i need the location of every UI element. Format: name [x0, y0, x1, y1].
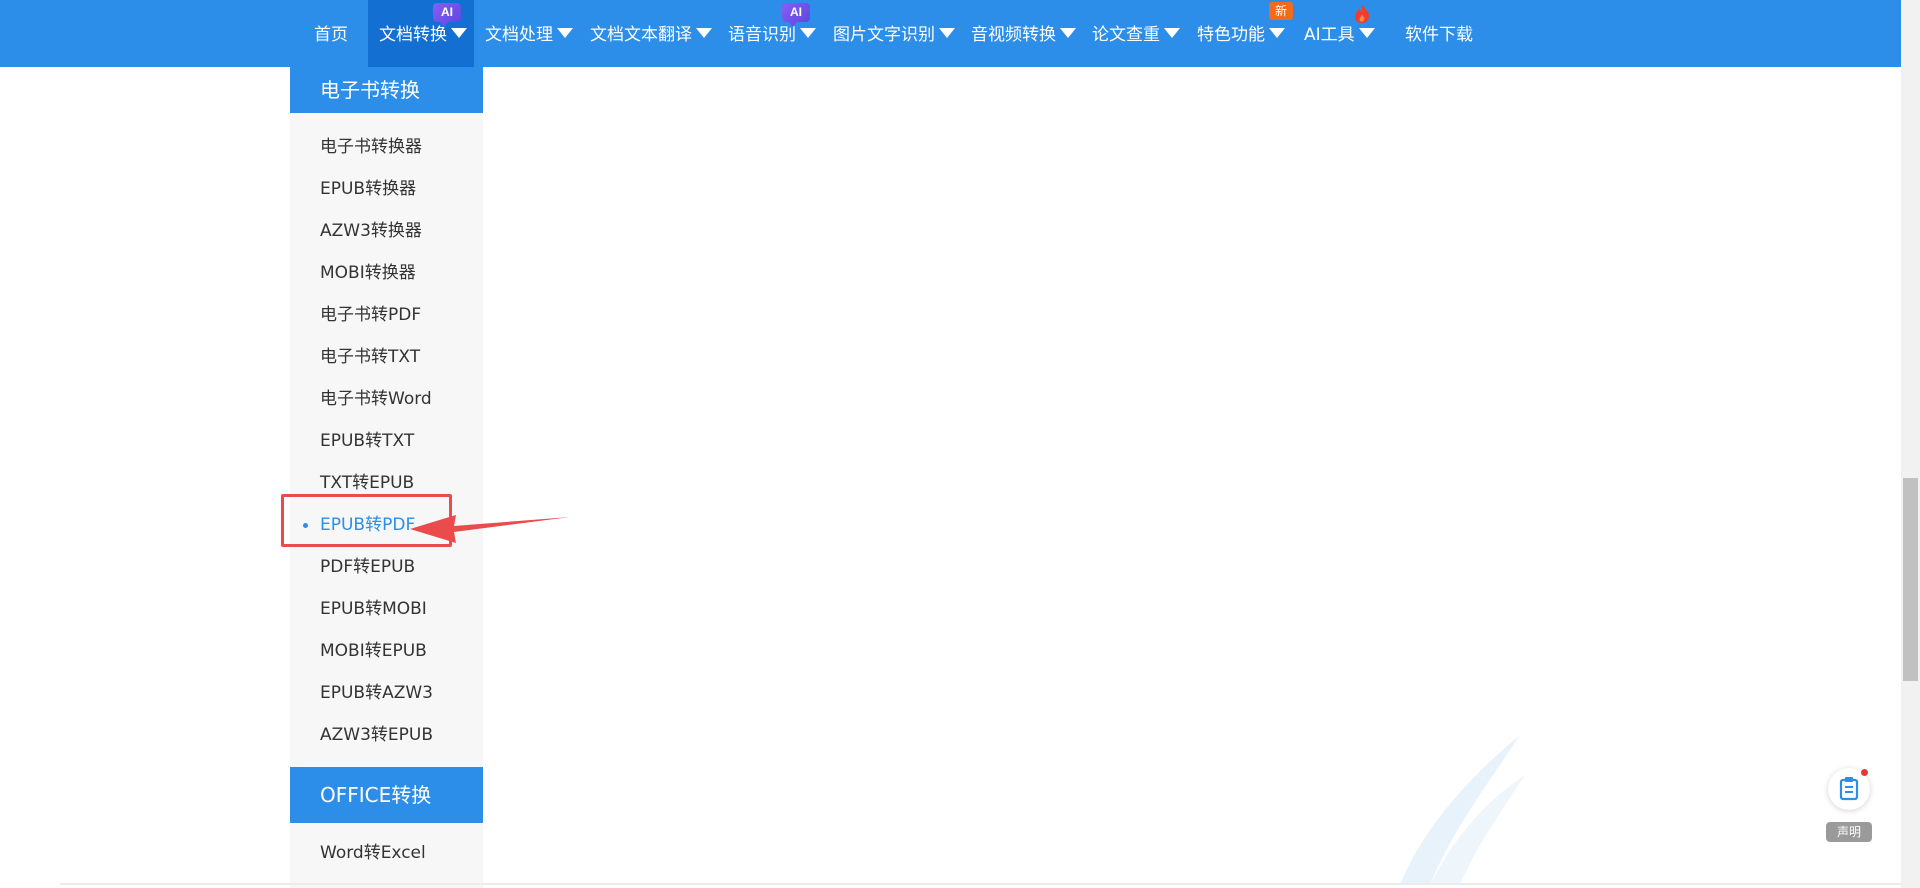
- nav-home[interactable]: 首页: [314, 0, 348, 67]
- chevron-down-icon: [1164, 28, 1180, 38]
- divider: [60, 883, 1901, 885]
- notification-dot: [1861, 769, 1868, 776]
- vertical-scrollbar[interactable]: [1901, 0, 1920, 888]
- sidebar-item-mobi-converter[interactable]: MOBI转换器: [320, 262, 416, 284]
- nav-label: 音视频转换: [971, 25, 1056, 45]
- nav-doc-convert[interactable]: 文档转换 AI: [368, 0, 474, 67]
- chevron-down-icon: [800, 28, 816, 38]
- sidebar: 电子书转换 电子书转换器 EPUB转换器 AZW3转换器 MOBI转换器 电子书…: [290, 67, 483, 888]
- nav-image-ocr[interactable]: 图片文字识别: [833, 0, 955, 67]
- statement-label[interactable]: 声明: [1826, 822, 1872, 842]
- chevron-down-icon: [1060, 28, 1076, 38]
- nav-label: 图片文字识别: [833, 25, 935, 45]
- nav-label: AI工具: [1304, 25, 1355, 45]
- nav-label: 文档转换: [379, 25, 447, 45]
- sidebar-item-ebook-to-txt[interactable]: 电子书转TXT: [320, 346, 420, 368]
- nav-doc-translate[interactable]: 文档文本翻译: [590, 0, 712, 67]
- fire-icon: [1355, 5, 1370, 23]
- annotation-arrow-icon: [410, 515, 570, 543]
- nav-special-features[interactable]: 特色功能 新: [1197, 0, 1293, 67]
- nav-label: 软件下载: [1405, 25, 1473, 45]
- chevron-down-icon: [451, 28, 467, 38]
- sidebar-item-ebook-to-pdf[interactable]: 电子书转PDF: [320, 304, 421, 326]
- sidebar-section-title: OFFICE转换: [290, 767, 483, 823]
- nav-label: 论文查重: [1092, 25, 1160, 45]
- chevron-down-icon: [1269, 28, 1285, 38]
- nav-label: 首页: [314, 25, 348, 45]
- ai-badge: AI: [433, 3, 461, 27]
- sidebar-section-title: 电子书转换: [290, 67, 483, 113]
- sidebar-item-ebook-to-word[interactable]: 电子书转Word: [320, 388, 432, 410]
- nav-label: 语音识别: [728, 25, 796, 45]
- nav-ai-tools[interactable]: AI工具: [1304, 0, 1375, 67]
- sidebar-item-pdf-to-epub[interactable]: PDF转EPUB: [320, 556, 415, 578]
- statement-button[interactable]: [1828, 768, 1870, 810]
- nav-plagiarism-check[interactable]: 论文查重: [1092, 0, 1180, 67]
- sidebar-item-azw3-to-epub[interactable]: AZW3转EPUB: [320, 724, 433, 746]
- top-navigation: 首页 文档转换 AI 文档处理 文档文本翻译 语音识别 AI 图片文字识别 音视…: [0, 0, 1901, 67]
- nav-doc-process[interactable]: 文档处理: [485, 0, 573, 67]
- chevron-down-icon: [557, 28, 573, 38]
- nav-label: 文档文本翻译: [590, 25, 692, 45]
- watermark-logo-icon: [1400, 735, 1525, 885]
- sidebar-item-txt-to-epub[interactable]: TXT转EPUB: [320, 472, 414, 494]
- nav-label: 文档处理: [485, 25, 553, 45]
- sidebar-item-mobi-to-epub[interactable]: MOBI转EPUB: [320, 640, 427, 662]
- nav-speech-recognition[interactable]: 语音识别 AI: [728, 0, 816, 67]
- sidebar-item-epub-converter[interactable]: EPUB转换器: [320, 178, 416, 200]
- sidebar-item-ebook-converter[interactable]: 电子书转换器: [320, 136, 422, 158]
- sidebar-item-epub-to-azw3[interactable]: EPUB转AZW3: [320, 682, 433, 704]
- chevron-down-icon: [1358, 28, 1375, 38]
- sidebar-item-word-to-excel[interactable]: Word转Excel: [320, 842, 426, 864]
- scrollbar-thumb[interactable]: [1903, 478, 1918, 681]
- sidebar-item-azw3-converter[interactable]: AZW3转换器: [320, 220, 422, 242]
- chevron-down-icon: [696, 28, 712, 38]
- chevron-down-icon: [939, 28, 955, 38]
- new-badge: 新: [1269, 2, 1293, 20]
- nav-label: 特色功能: [1197, 25, 1265, 45]
- nav-av-convert[interactable]: 音视频转换: [971, 0, 1076, 67]
- sidebar-item-epub-to-txt[interactable]: EPUB转TXT: [320, 430, 414, 452]
- nav-software-download[interactable]: 软件下载: [1405, 0, 1473, 67]
- sidebar-item-epub-to-mobi[interactable]: EPUB转MOBI: [320, 598, 427, 620]
- ai-badge: AI: [782, 3, 810, 27]
